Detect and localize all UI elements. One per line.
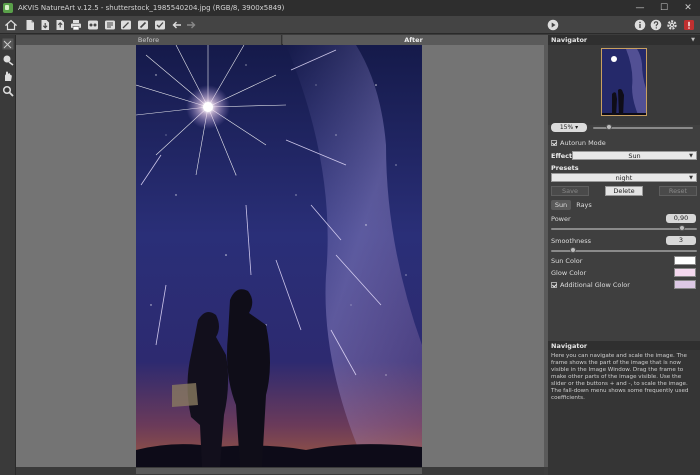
window-title: AKVIS NatureArt v.12.5 - shutterstock_19… — [18, 4, 285, 12]
glow-color-swatch[interactable] — [674, 268, 696, 277]
delete-preset-button[interactable]: Delete — [605, 186, 643, 196]
sun-color-swatch[interactable] — [674, 256, 696, 265]
glow-color-label: Glow Color — [551, 269, 587, 277]
save-as-icon[interactable] — [54, 19, 66, 31]
additional-glow-color-swatch[interactable] — [674, 280, 696, 289]
image-window[interactable] — [16, 45, 544, 467]
tab-rays[interactable]: Rays — [573, 200, 595, 210]
hints-header-label: Navigator — [551, 342, 588, 350]
navigator-header[interactable]: Navigator ▼ — [548, 35, 700, 45]
sun-color-label: Sun Color — [551, 257, 583, 265]
reset-preset-button[interactable]: Reset — [659, 186, 697, 196]
effect-value: Sun — [628, 152, 641, 160]
info-icon[interactable] — [634, 19, 646, 31]
help-icon[interactable] — [650, 19, 662, 31]
settings-panel: Navigator ▼ 15% ▾ Autorun Mode Effect: S… — [548, 35, 700, 475]
crop-tool-icon[interactable] — [2, 38, 14, 50]
photo-starry-night — [136, 45, 422, 467]
print-icon[interactable] — [70, 19, 82, 31]
edit-icon[interactable] — [120, 19, 132, 31]
run-icon[interactable] — [547, 19, 559, 31]
additional-glow-checkbox[interactable] — [551, 282, 557, 288]
main-toolbar — [0, 16, 700, 34]
hand-tool-icon[interactable] — [2, 70, 14, 82]
zoom-tool-icon[interactable] — [2, 85, 14, 97]
tab-sun[interactable]: Sun — [551, 200, 571, 210]
batch-icon[interactable] — [104, 19, 116, 31]
autorun-label: Autorun Mode — [560, 139, 606, 147]
horizontal-scrollbar[interactable] — [16, 467, 544, 475]
effect-dropdown[interactable]: Sun ▼ — [572, 151, 697, 160]
zoom-dropdown[interactable]: 15% ▾ — [551, 123, 587, 132]
undo-arrow-icon[interactable] — [171, 19, 183, 31]
chevron-down-icon: ▼ — [689, 153, 693, 159]
autorun-checkbox[interactable] — [551, 140, 557, 146]
save-preset-button[interactable]: Save — [551, 186, 589, 196]
brush-icon[interactable] — [137, 19, 149, 31]
horizontal-scroll-thumb[interactable] — [136, 468, 422, 474]
tab-before[interactable]: Before — [16, 35, 282, 45]
share-icon[interactable] — [87, 19, 99, 31]
navigator-header-label: Navigator — [551, 36, 588, 44]
preset-value: night — [615, 174, 633, 182]
preset-icon[interactable] — [154, 19, 166, 31]
left-tool-panel — [0, 35, 16, 475]
presets-label: Presets — [551, 164, 579, 172]
tab-after[interactable]: After — [283, 35, 544, 45]
settings-gear-icon[interactable] — [666, 19, 678, 31]
notification-icon[interactable] — [683, 19, 695, 31]
collapse-arrow-icon[interactable]: ▼ — [691, 35, 695, 45]
app-logo-icon — [3, 3, 13, 13]
open-file-icon[interactable] — [24, 19, 36, 31]
power-slider-knob[interactable] — [679, 225, 686, 231]
navigator-thumbnail[interactable] — [601, 48, 647, 116]
view-tabs: Before After — [16, 35, 544, 45]
smoothness-slider-knob[interactable] — [569, 247, 576, 253]
paint-brush-tool-icon[interactable] — [2, 54, 14, 66]
window-controls: — ☐ ✕ — [628, 0, 700, 16]
close-button[interactable]: ✕ — [676, 0, 700, 16]
hints-text: Here you can navigate and scale the imag… — [548, 350, 700, 475]
additional-glow-label: Additional Glow Color — [560, 281, 630, 289]
minimize-button[interactable]: — — [628, 0, 652, 16]
home-icon[interactable] — [5, 19, 17, 31]
power-slider-track[interactable] — [551, 228, 697, 230]
zoom-slider-knob[interactable] — [606, 124, 612, 130]
smoothness-label: Smoothness — [551, 237, 591, 245]
chevron-down-icon: ▼ — [689, 175, 693, 181]
presets-dropdown[interactable]: night ▼ — [551, 173, 697, 182]
maximize-button[interactable]: ☐ — [652, 0, 676, 16]
smoothness-value-field[interactable]: 3 — [666, 236, 696, 245]
power-value-field[interactable]: 0,90 — [666, 214, 696, 223]
redo-arrow-icon[interactable] — [185, 19, 197, 31]
zoom-value: 15% — [559, 124, 574, 131]
power-label: Power — [551, 215, 571, 223]
save-file-icon[interactable] — [39, 19, 51, 31]
title-bar: AKVIS NatureArt v.12.5 - shutterstock_19… — [0, 0, 700, 16]
navigator-preview[interactable] — [548, 45, 700, 125]
